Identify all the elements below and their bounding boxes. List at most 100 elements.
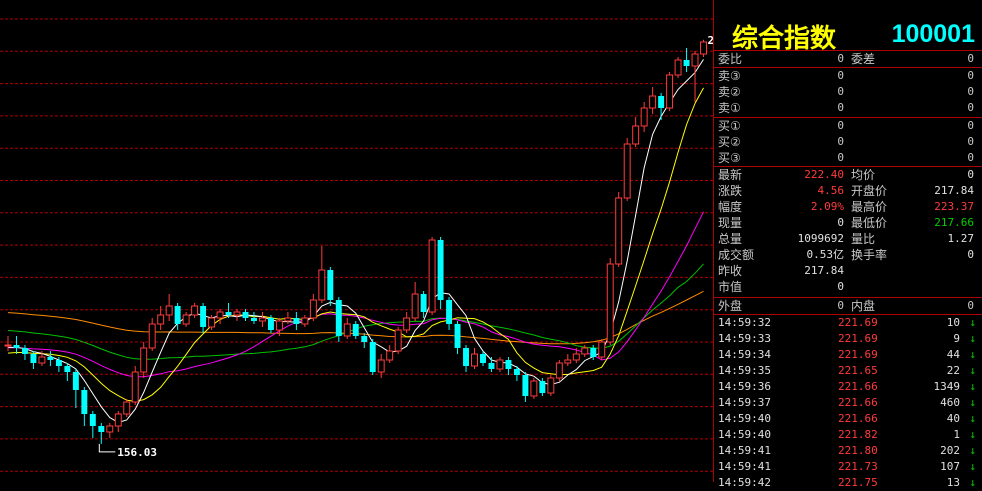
- bid-label: 买②: [718, 135, 741, 149]
- candle-up: [411, 293, 419, 319]
- diff-value: 0: [967, 52, 974, 65]
- stat-row: 总量 1099692 量比 1.27: [718, 231, 982, 247]
- tick-time: 14:59:35: [718, 364, 771, 377]
- candle-down: [488, 363, 495, 369]
- candle-up: [140, 347, 148, 373]
- stat-label: 现量: [718, 216, 743, 230]
- candle-up: [284, 317, 292, 322]
- tick-time: 14:59:41: [718, 444, 771, 457]
- tick-price: 221.75: [838, 476, 878, 489]
- bid-volume: 0: [967, 151, 974, 164]
- stat-value: 0.53亿: [806, 248, 845, 261]
- candle-down: [72, 372, 79, 390]
- candle-up: [640, 107, 648, 127]
- ask-row: 卖① 0 0: [718, 100, 982, 116]
- stat-row: 市值 0: [718, 279, 982, 295]
- stat-label: 昨收: [718, 264, 743, 278]
- stat-label: 开盘价: [851, 184, 888, 198]
- candle-down: [505, 360, 512, 369]
- candle-up: [114, 413, 122, 427]
- tick-time: 14:59:41: [718, 460, 771, 473]
- bid-label: 买①: [718, 119, 741, 133]
- candle-down: [47, 357, 54, 360]
- outer-value: 0: [837, 299, 844, 312]
- tick-time: 14:59:40: [718, 428, 771, 441]
- ask-price: 0: [837, 101, 844, 114]
- tick-row: 14:59:32 221.69 10 ↓: [718, 315, 982, 331]
- tick-row: 14:59:37 221.66 460 ↓: [718, 395, 982, 411]
- ask-volume: 0: [967, 69, 974, 82]
- candle-down: [13, 345, 20, 348]
- candle-down: [522, 375, 529, 396]
- stat-value: 0: [837, 280, 844, 293]
- min-price-label: 156.03: [117, 446, 157, 459]
- candle-up: [581, 347, 589, 355]
- tick-price: 221.69: [838, 348, 878, 361]
- candle-down: [30, 354, 37, 363]
- ask-volume: 0: [967, 85, 974, 98]
- tick-volume: 202: [940, 444, 960, 457]
- candle-up: [572, 353, 580, 361]
- candle-up: [471, 353, 478, 367]
- inner-label: 内盘: [851, 299, 876, 313]
- candle-down: [335, 300, 342, 336]
- tick-row: 14:59:35 221.65 22 ↓: [718, 363, 982, 379]
- stat-value: 0: [967, 168, 974, 181]
- candle-up: [666, 74, 674, 109]
- stat-row: 最新 222.40 均价 0: [718, 167, 982, 183]
- tick-price: 221.73: [838, 460, 878, 473]
- candle-up: [547, 377, 555, 394]
- candle-down: [590, 348, 597, 357]
- candle-down: [420, 294, 427, 312]
- tick-time: 14:59:42: [718, 476, 771, 489]
- tick-volume: 1: [953, 428, 960, 441]
- bid-row: 买① 0 0: [718, 118, 982, 134]
- quote-panel: 综合指数 100001 委比 0 委差 0 卖③ 0 0 卖② 0 0 卖① 0 0 买① 0 0 买② 0 0 买③…: [713, 0, 982, 489]
- tick-time: 14:59:36: [718, 380, 771, 393]
- stat-row: 幅度 2.09% 最高价 223.37: [718, 199, 982, 215]
- tick-row: 14:59:42 221.75 13 ↓: [718, 475, 982, 491]
- candle-up: [191, 305, 199, 316]
- stat-label: 量比: [851, 232, 876, 246]
- candle-down: [81, 390, 88, 414]
- stat-value: 223.37: [934, 200, 974, 213]
- stat-row: 现量 0 最低价 217.66: [718, 215, 982, 231]
- stat-value: 2.09%: [810, 200, 844, 213]
- candle-up: [275, 320, 283, 331]
- tick-direction-icon: ↓: [969, 444, 976, 457]
- bid-row: 买② 0 0: [718, 134, 982, 150]
- tick-volume: 22: [946, 364, 960, 377]
- tick-volume: 107: [940, 460, 960, 473]
- tick-time: 14:59:40: [718, 412, 771, 425]
- candle-down: [446, 300, 453, 324]
- bid-price: 0: [837, 135, 844, 148]
- candle-up: [318, 269, 326, 301]
- stat-value: 1.27: [947, 232, 975, 245]
- bid-price: 0: [837, 119, 844, 132]
- tick-direction-icon: ↓: [969, 380, 976, 393]
- candle-up: [123, 401, 131, 415]
- ask-row: 卖② 0 0: [718, 84, 982, 100]
- tick-direction-icon: ↓: [969, 476, 976, 489]
- tick-volume: 44: [946, 348, 960, 361]
- stat-label: 最低价: [851, 216, 888, 230]
- min-price-pointer: [98, 443, 116, 453]
- stat-label: 最高价: [851, 200, 888, 214]
- candle-down: [463, 348, 469, 366]
- candle-up: [38, 356, 46, 364]
- candle-down: [293, 318, 300, 324]
- candle-up: [258, 317, 266, 322]
- tick-volume: 40: [946, 412, 960, 425]
- stat-row: 涨跌 4.56 开盘价 217.84: [718, 183, 982, 199]
- stat-value: 4.56: [817, 184, 845, 197]
- ask-price: 0: [837, 69, 844, 82]
- candle-down: [225, 312, 232, 315]
- candle-up: [615, 197, 623, 265]
- candle-up: [233, 311, 241, 316]
- candle-down: [361, 336, 368, 342]
- candle-up: [555, 362, 563, 379]
- stat-label: 成交额: [718, 248, 755, 262]
- tick-time: 14:59:34: [718, 348, 771, 361]
- tick-direction-icon: ↓: [969, 412, 976, 425]
- kline-chart[interactable]: 156.03223.37: [0, 0, 713, 482]
